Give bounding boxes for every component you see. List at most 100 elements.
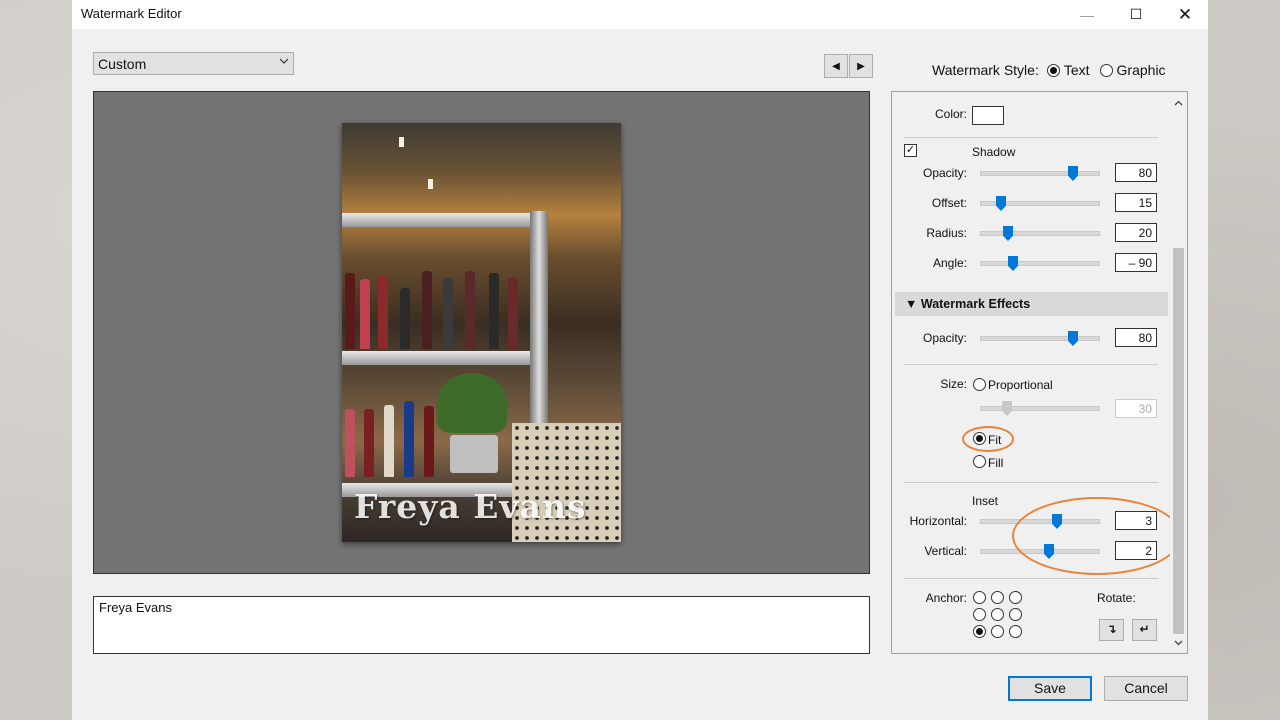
bottle-shape — [400, 288, 410, 349]
divider — [904, 364, 1158, 365]
anchor-bottom-right[interactable] — [1009, 625, 1022, 638]
bottle-shape — [345, 273, 355, 349]
size-fit-label[interactable]: Fit — [988, 433, 1001, 447]
size-proportional-slider[interactable] — [980, 406, 1100, 411]
bottle-shape — [345, 409, 355, 477]
inset-horizontal-thumb[interactable] — [1052, 514, 1062, 529]
anchor-center[interactable] — [991, 608, 1004, 621]
bottle-shape — [360, 279, 370, 349]
bottle-shape — [508, 278, 518, 349]
next-image-button[interactable]: ▶ — [849, 54, 873, 78]
shadow-opacity-label: Opacity: — [922, 166, 967, 180]
bottle-shape — [404, 401, 414, 477]
scroll-down-icon[interactable] — [1170, 634, 1187, 651]
style-graphic-label[interactable]: Graphic — [1117, 62, 1166, 78]
settings-panel: Color: ✓ Shadow Opacity: 80 Offset: 15 R… — [891, 91, 1188, 654]
triangle-left-icon: ◀ — [832, 60, 840, 72]
shadow-label: Shadow — [972, 145, 1016, 159]
shadow-checkbox[interactable]: ✓ — [904, 144, 917, 157]
shadow-radius-thumb[interactable] — [1003, 226, 1013, 241]
shadow-angle-label: Angle: — [932, 256, 967, 270]
anchor-top-left[interactable] — [973, 591, 986, 604]
save-button[interactable]: Save — [1008, 676, 1092, 701]
scroll-up-icon[interactable] — [1170, 94, 1187, 111]
cancel-button[interactable]: Cancel — [1104, 676, 1188, 701]
shadow-offset-input[interactable]: 15 — [1115, 193, 1157, 212]
watermark-text-input[interactable]: Freya Evans — [93, 596, 870, 654]
shadow-offset-thumb[interactable] — [996, 196, 1006, 211]
bottle-shape — [424, 406, 434, 477]
panel-scrollbar[interactable] — [1170, 92, 1187, 653]
window-title: Watermark Editor — [81, 6, 182, 21]
size-fill-radio[interactable] — [973, 455, 986, 468]
shadow-opacity-input[interactable]: 80 — [1115, 163, 1157, 182]
bottle-shape — [443, 278, 453, 349]
style-text-label[interactable]: Text — [1064, 62, 1090, 78]
shadow-radius-label: Radius: — [926, 226, 967, 240]
bottle-shape — [489, 273, 499, 349]
previous-image-button[interactable]: ◀ — [824, 54, 848, 78]
shadow-radius-slider[interactable] — [980, 231, 1100, 236]
inset-annotation-circle — [1012, 497, 1182, 575]
preset-dropdown[interactable]: Custom — [93, 52, 294, 75]
effects-opacity-input[interactable]: 80 — [1115, 328, 1157, 347]
inset-vertical-input[interactable]: 2 — [1115, 541, 1157, 560]
size-fill-label[interactable]: Fill — [988, 456, 1003, 470]
shadow-angle-input[interactable]: – 90 — [1115, 253, 1157, 272]
watermark-effects-header[interactable]: ▼ Watermark Effects — [895, 292, 1168, 316]
bottle-shape — [384, 405, 394, 477]
close-button[interactable]: ✕ — [1162, 0, 1208, 29]
shadow-opacity-thumb[interactable] — [1068, 166, 1078, 181]
size-fit-radio[interactable] — [973, 432, 986, 445]
size-proportional-radio[interactable] — [973, 378, 986, 391]
size-label: Size: — [940, 377, 967, 391]
inset-vertical-slider[interactable] — [980, 549, 1100, 554]
chevron-down-icon — [279, 56, 289, 69]
effects-opacity-label: Opacity: — [922, 331, 967, 345]
shadow-opacity-slider[interactable] — [980, 171, 1100, 176]
anchor-top-center[interactable] — [991, 591, 1004, 604]
title-bar: Watermark Editor — ☐ ✕ — [72, 0, 1208, 29]
rotate-label: Rotate: — [1097, 591, 1136, 605]
style-graphic-radio[interactable] — [1099, 63, 1113, 77]
color-label: Color: — [934, 107, 967, 121]
bottle-shape — [364, 409, 374, 477]
lamp-shape — [399, 137, 404, 147]
anchor-middle-right[interactable] — [1009, 608, 1022, 621]
shadow-offset-label: Offset: — [931, 196, 967, 210]
size-proportional-input[interactable]: 30 — [1115, 399, 1157, 418]
divider — [904, 578, 1158, 579]
anchor-middle-left[interactable] — [973, 608, 986, 621]
shadow-angle-thumb[interactable] — [1008, 256, 1018, 271]
inset-vertical-thumb[interactable] — [1044, 544, 1054, 559]
size-proportional-label[interactable]: Proportional — [988, 378, 1053, 392]
inset-horizontal-input[interactable]: 3 — [1115, 511, 1157, 530]
watermark-style-label: Watermark Style: — [932, 62, 1039, 78]
shelf-shape — [342, 213, 547, 227]
bottle-shape — [378, 275, 388, 349]
anchor-bottom-left[interactable] — [973, 625, 986, 638]
shelf-shape — [342, 351, 547, 365]
shadow-angle-slider[interactable] — [980, 261, 1100, 266]
scrollbar-thumb[interactable] — [1173, 248, 1184, 634]
shadow-radius-input[interactable]: 20 — [1115, 223, 1157, 242]
watermark-style-row: Watermark Style: Text Graphic — [932, 62, 1166, 78]
effects-opacity-thumb[interactable] — [1068, 331, 1078, 346]
color-swatch[interactable] — [972, 106, 1004, 125]
inset-horizontal-slider[interactable] — [980, 519, 1100, 524]
minimize-button[interactable]: — — [1064, 0, 1110, 29]
rotate-clockwise-button[interactable]: ↴ — [1099, 619, 1124, 641]
watermark-editor-window: Watermark Editor — ☐ ✕ Custom ◀ ▶ Waterm… — [72, 0, 1208, 720]
size-proportional-thumb[interactable] — [1002, 401, 1012, 416]
rotate-counterclockwise-button[interactable]: ↵ — [1132, 619, 1157, 641]
rotate-counterclockwise-icon: ↵ — [1139, 622, 1150, 636]
pot-shape — [450, 435, 498, 473]
style-text-radio[interactable] — [1046, 63, 1060, 77]
effects-opacity-slider[interactable] — [980, 336, 1100, 341]
inset-vertical-label: Vertical: — [924, 544, 967, 558]
preset-value: Custom — [98, 56, 147, 72]
anchor-top-right[interactable] — [1009, 591, 1022, 604]
maximize-button[interactable]: ☐ — [1113, 0, 1159, 29]
watermark-overlay-text: Freya Evans — [354, 487, 587, 526]
anchor-bottom-center[interactable] — [991, 625, 1004, 638]
